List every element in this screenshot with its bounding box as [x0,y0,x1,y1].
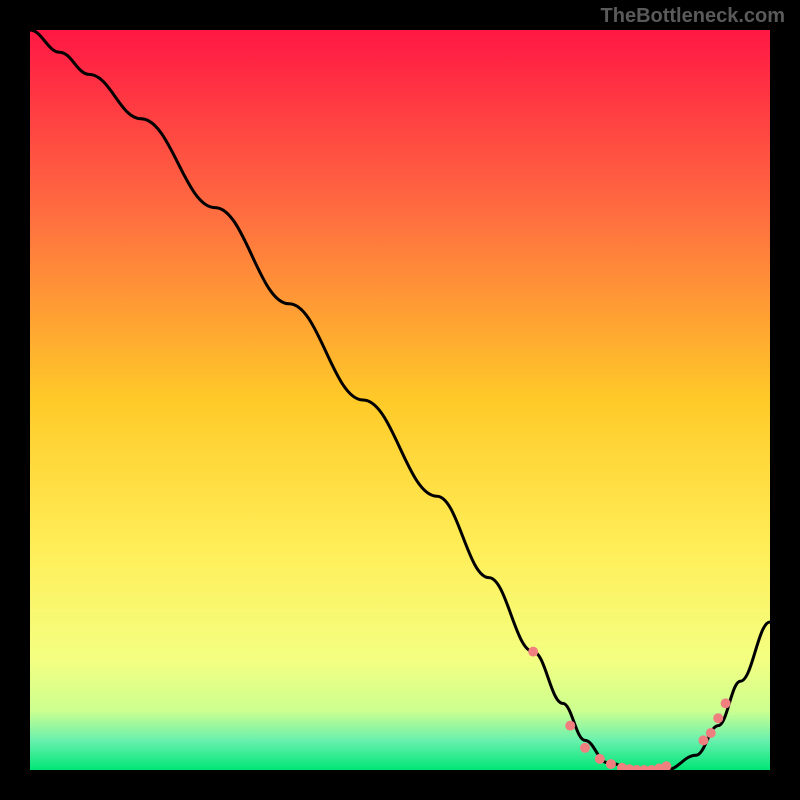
watermark-text: TheBottleneck.com [601,5,785,28]
bottleneck-curve [30,30,770,770]
marker-dot [528,647,538,657]
marker-dot [580,743,590,753]
marker-dot [706,728,716,738]
marker-dot [595,754,605,764]
marker-dot [721,698,731,708]
marker-dot [698,735,708,745]
marker-dot [713,713,723,723]
marker-dot [606,759,616,769]
marker-dot [565,721,575,731]
chart-plot-area [30,30,770,770]
marker-dot [661,761,671,770]
chart-svg [30,30,770,770]
